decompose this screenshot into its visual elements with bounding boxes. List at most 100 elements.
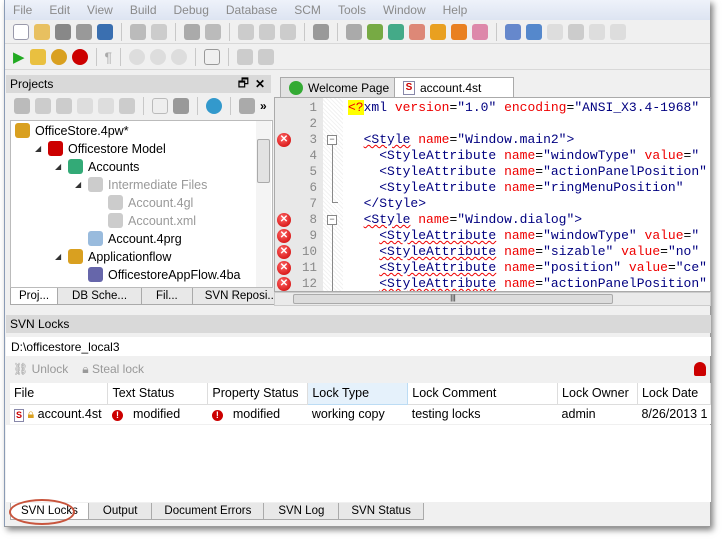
4gl-2-icon[interactable] <box>610 23 626 40</box>
menu-scm[interactable]: SCM <box>294 3 321 17</box>
print-icon[interactable] <box>130 23 146 40</box>
menu-window[interactable]: Window <box>383 3 426 17</box>
tree-item[interactable]: OfficestoreAppFlow.4ba <box>88 267 240 282</box>
tree-item[interactable]: Account.4prg <box>88 231 182 246</box>
rebuild-icon[interactable] <box>451 23 467 40</box>
stop-icon[interactable] <box>71 48 88 65</box>
save-all-icon[interactable] <box>97 23 113 40</box>
cut-icon[interactable] <box>238 23 254 40</box>
error-marker-icon[interactable]: ✕ <box>277 245 291 259</box>
tab-svn-log[interactable]: SVN Log <box>263 503 340 520</box>
fold-toggle-icon[interactable]: − <box>327 135 337 145</box>
undo-icon[interactable] <box>184 23 200 40</box>
redo-icon[interactable] <box>205 23 221 40</box>
column-header[interactable]: Lock Type <box>307 383 409 405</box>
tree-scrollbar[interactable] <box>256 121 271 287</box>
user-icon[interactable] <box>694 362 706 376</box>
menu-debug[interactable]: Debug <box>174 3 209 17</box>
copy-icon[interactable] <box>259 23 275 40</box>
menu-help[interactable]: Help <box>443 3 468 17</box>
clean-all-icon[interactable] <box>472 23 488 40</box>
unlock-button[interactable]: ⛓ Unlock <box>13 362 68 377</box>
fold-toggle-icon[interactable]: − <box>327 215 337 225</box>
tab-output[interactable]: Output <box>87 503 153 520</box>
tab-db-schema[interactable]: DB Sche... <box>57 288 143 305</box>
run-icon[interactable]: ▶ <box>13 48 25 66</box>
error-marker-icon[interactable]: ✕ <box>277 261 291 275</box>
steal-lock-button[interactable]: 🔒︎ Steal lock <box>82 362 144 377</box>
tab-account-4st[interactable]: S account.4st <box>394 77 514 97</box>
close-icon[interactable]: ✕ <box>255 77 265 91</box>
column-header[interactable]: Text Status <box>107 383 209 405</box>
code-editor[interactable]: 1 <?xml version="1.0" encoding="ANSI_X3.4… <box>274 97 711 292</box>
pilcrow-icon[interactable]: ¶ <box>105 49 113 65</box>
error-marker-icon[interactable]: ✕ <box>277 133 291 147</box>
tool-icon[interactable] <box>547 23 563 40</box>
menu-build[interactable]: Build <box>130 3 157 17</box>
folder-icon[interactable] <box>77 98 93 114</box>
4gl-icon[interactable] <box>589 23 605 40</box>
column-header[interactable]: Property Status <box>207 383 309 405</box>
save-as-icon[interactable] <box>76 23 92 40</box>
debug-bug-icon[interactable] <box>50 48 67 65</box>
forward-icon[interactable] <box>258 48 275 65</box>
refresh-icon[interactable] <box>206 98 222 114</box>
add-db-icon[interactable] <box>173 98 189 114</box>
column-header[interactable]: Lock Date <box>637 383 712 405</box>
error-marker-icon[interactable]: ✕ <box>277 213 291 227</box>
menu-edit[interactable]: Edit <box>49 3 70 17</box>
project-tool-icon[interactable] <box>35 98 51 114</box>
error-marker-icon[interactable]: ✕ <box>277 277 291 291</box>
table-row[interactable]: S 🔒︎ account.4st! modified! modified workin… <box>10 404 711 424</box>
print-preview-icon[interactable] <box>151 23 167 40</box>
back-icon[interactable] <box>237 48 254 65</box>
delete-icon[interactable] <box>313 23 329 40</box>
tab-projects[interactable]: Proj... <box>10 288 59 305</box>
toggle-icon[interactable] <box>204 48 221 65</box>
editor-horizontal-scrollbar[interactable]: ||| <box>274 292 711 306</box>
expand-arrow-icon[interactable]: ◢ <box>55 162 63 171</box>
float-icon[interactable]: 🗗 <box>238 74 249 95</box>
expand-arrow-icon[interactable]: ◢ <box>75 180 83 189</box>
new-db-icon[interactable] <box>505 23 521 40</box>
expand-arrow-icon[interactable]: ◢ <box>35 144 43 153</box>
new-file-icon[interactable] <box>13 23 29 40</box>
link-icon[interactable] <box>388 23 404 40</box>
group-icon[interactable] <box>239 98 255 114</box>
overflow-icon[interactable]: » <box>260 99 267 113</box>
column-header[interactable]: Lock Comment <box>407 383 559 405</box>
tree-item[interactable]: Account.xml <box>108 213 196 228</box>
tab-welcome-page[interactable]: Welcome Page <box>280 77 399 97</box>
open-icon[interactable] <box>34 23 50 40</box>
menu-view[interactable]: View <box>87 3 113 17</box>
tool2-icon[interactable] <box>568 23 584 40</box>
compile-icon[interactable] <box>367 23 383 40</box>
package-icon[interactable] <box>119 98 135 114</box>
import-icon[interactable] <box>526 23 542 40</box>
project-tool-icon[interactable] <box>56 98 72 114</box>
paste-icon[interactable] <box>280 23 296 40</box>
tree-item[interactable]: ◢ Applicationflow <box>55 249 171 264</box>
expand-arrow-icon[interactable]: ◢ <box>55 252 63 261</box>
save-icon[interactable] <box>55 23 71 40</box>
zoom-reset-icon[interactable] <box>171 48 188 65</box>
folder-icon[interactable] <box>98 98 114 114</box>
tree-item[interactable]: ◢ Accounts <box>55 159 139 174</box>
add-file-icon[interactable] <box>152 98 168 114</box>
clean-icon[interactable] <box>409 23 425 40</box>
menu-tools[interactable]: Tools <box>338 3 366 17</box>
find-icon[interactable] <box>346 23 362 40</box>
menu-database[interactable]: Database <box>226 3 277 17</box>
zoom-out-icon[interactable] <box>129 48 146 65</box>
build-icon[interactable] <box>430 23 446 40</box>
column-header[interactable]: File <box>10 383 109 405</box>
tree-item[interactable]: ◢ Intermediate Files <box>75 177 207 192</box>
tree-item[interactable]: OfficeStore.4pw* <box>15 123 129 138</box>
error-marker-icon[interactable]: ✕ <box>277 229 291 243</box>
tree-item[interactable]: Account.4gl <box>108 195 193 210</box>
zoom-in-icon[interactable] <box>150 48 167 65</box>
tree-item[interactable]: ◢ Officestore Model <box>35 141 166 156</box>
menu-file[interactable]: File <box>13 3 32 17</box>
project-tool-icon[interactable] <box>14 98 30 114</box>
column-header[interactable]: Lock Owner <box>557 383 638 405</box>
